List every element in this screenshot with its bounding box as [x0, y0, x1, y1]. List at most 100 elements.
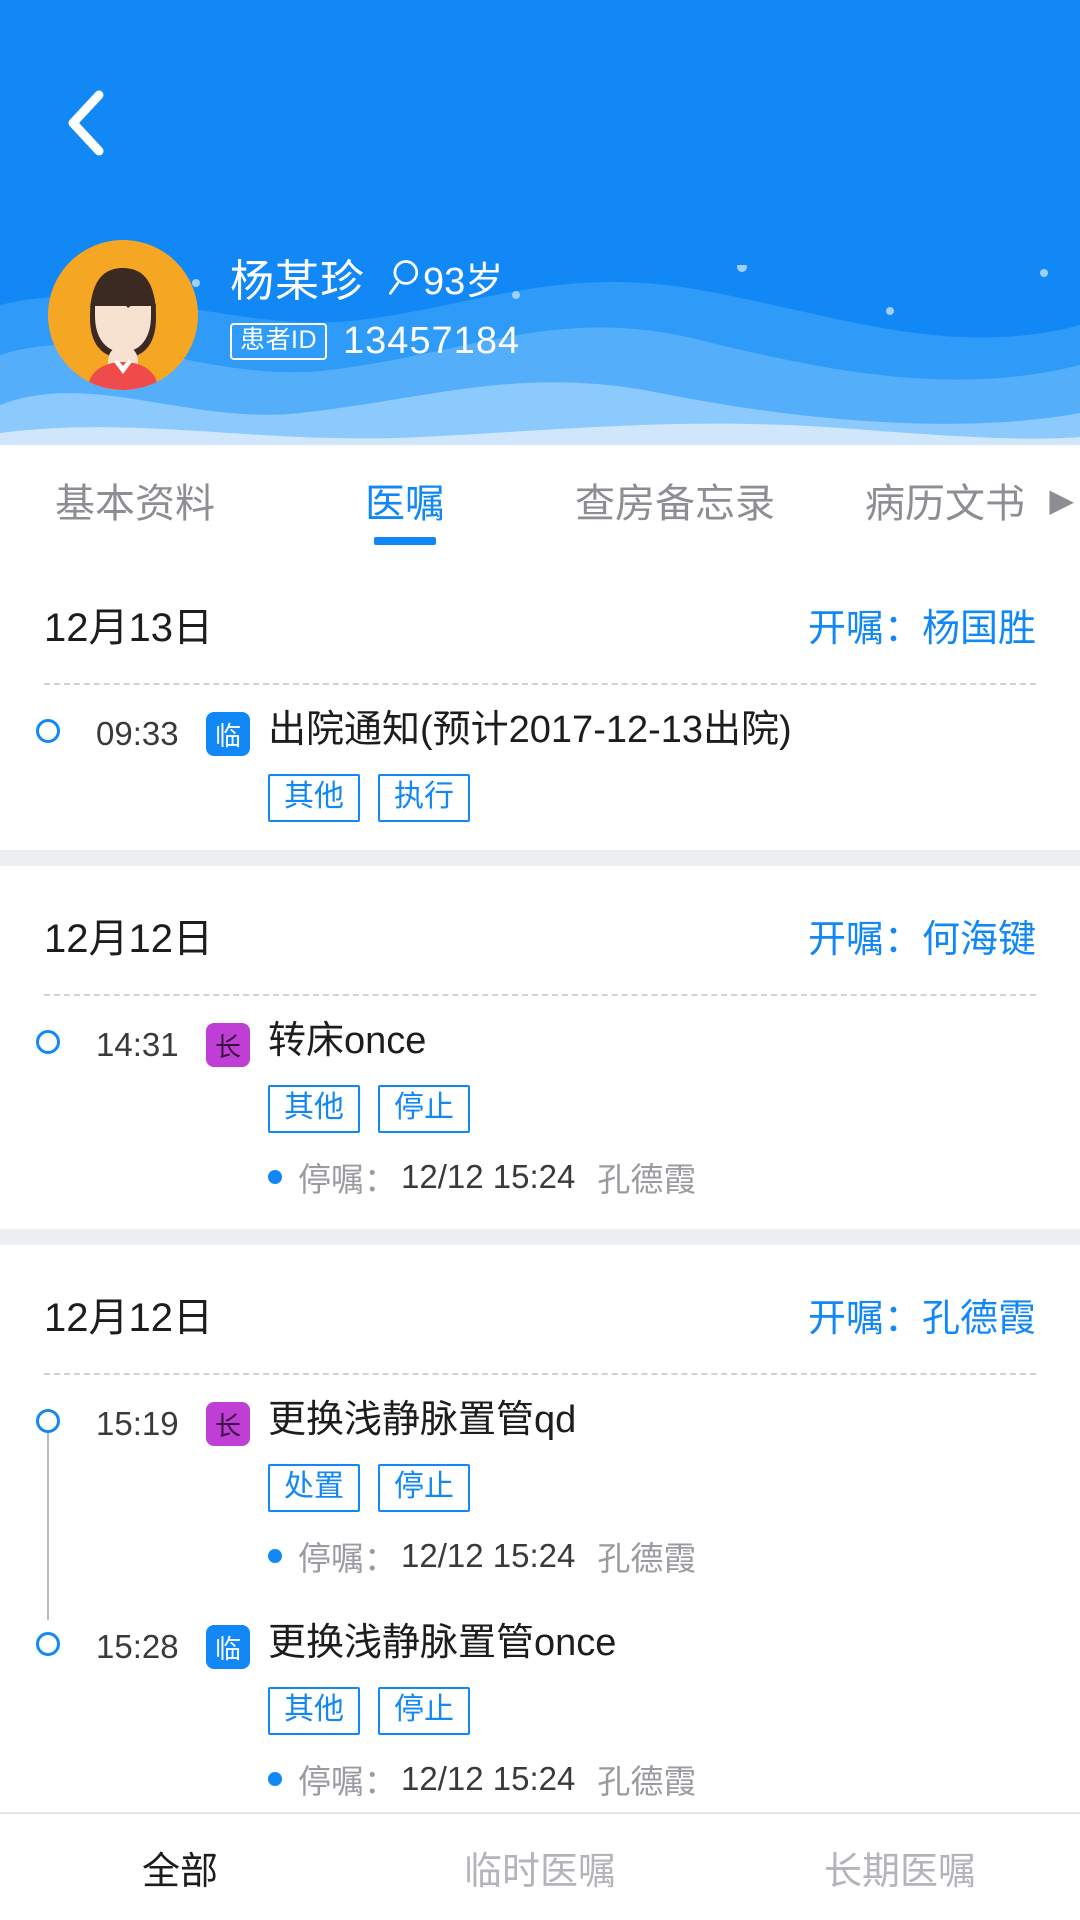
order-date: 12月12日 — [44, 1296, 213, 1340]
order-items: 14:31 长 转床once 其他 停止 停嘱： 12/12 15:24 孔德霞 — [0, 996, 1080, 1223]
tab-label: 查房备忘录 — [575, 482, 775, 526]
order-doctor-name: 孔德霞 — [921, 1297, 1036, 1340]
female-icon — [389, 260, 419, 295]
order-tag[interactable]: 停止 — [378, 1085, 470, 1133]
timeline-line — [47, 1433, 49, 1620]
timeline-marker — [0, 1020, 96, 1201]
avatar — [48, 240, 198, 390]
order-time: 15:28 — [96, 1628, 179, 1665]
patient-name-row: 杨某珍 93岁 — [230, 248, 520, 306]
order-time: 15:19 — [96, 1405, 179, 1442]
order-doctor-label: 开嘱： — [807, 918, 922, 961]
order-stop-label: 停嘱： — [298, 1763, 397, 1800]
order-stop-label: 停嘱： — [298, 1161, 397, 1198]
order-doctor[interactable]: 开嘱：杨国胜 — [808, 597, 1036, 652]
patient-avatar — [48, 240, 198, 390]
orders-list[interactable]: 12月13日 开嘱：杨国胜 09:33 临 出院通知(预计2017-12-13出… — [0, 555, 1080, 1812]
timeline-circle-icon — [36, 1632, 60, 1656]
order-kind-badge: 临 — [206, 1625, 250, 1669]
patient-header: 杨某珍 93岁 患者ID 13457184 — [0, 0, 1080, 445]
order-name: 转床once — [268, 1020, 427, 1062]
order-item[interactable]: 09:33 临 出院通知(预计2017-12-13出院) 其他 执行 — [0, 685, 1080, 840]
order-doctor-name: 杨国胜 — [921, 607, 1036, 650]
back-button[interactable] — [42, 78, 132, 168]
patient-orders-screen: 杨某珍 93岁 患者ID 13457184 基本资料 医嘱 查房备忘录 病历文书… — [0, 0, 1080, 1920]
order-tag[interactable]: 停止 — [378, 1464, 470, 1512]
order-tag[interactable]: 其他 — [268, 1085, 360, 1133]
tab-medical-records[interactable]: 病历文书 ▶ — [810, 445, 1080, 555]
order-title-row: 长 转床once — [206, 1020, 1040, 1067]
bullet-icon — [268, 1170, 282, 1184]
order-tag[interactable]: 其他 — [268, 1687, 360, 1735]
bullet-icon — [268, 1549, 282, 1563]
timeline-circle-icon — [36, 719, 60, 743]
timeline-circle-icon — [36, 1030, 60, 1054]
order-item[interactable]: 14:31 长 转床once 其他 停止 停嘱： 12/12 15:24 孔德霞 — [0, 996, 1080, 1219]
order-stop-time: 12/12 15:24 — [401, 1158, 576, 1195]
order-doctor-label: 开嘱： — [807, 1297, 922, 1340]
chevron-left-icon — [68, 90, 104, 156]
order-name: 更换浅静脉置管qd — [268, 1399, 577, 1441]
tab-active-underline — [374, 537, 436, 545]
order-date: 12月13日 — [44, 606, 213, 650]
patient-summary: 杨某珍 93岁 患者ID 13457184 — [0, 240, 1080, 410]
chevron-right-icon[interactable]: ▶ — [1049, 481, 1074, 519]
patient-name: 杨某珍 — [230, 257, 365, 306]
order-items: 15:19 长 更换浅静脉置管qd 处置 停止 停嘱： 12/12 15:24 … — [0, 1375, 1080, 1812]
tab-orders[interactable]: 医嘱 — [270, 445, 540, 555]
order-stop-time: 12/12 15:24 — [401, 1760, 576, 1797]
order-title-row: 临 更换浅静脉置管once — [206, 1622, 1040, 1669]
tab-basic-info[interactable]: 基本资料 — [0, 445, 270, 555]
filter-tab-long-term-orders[interactable]: 长期医嘱 — [720, 1840, 1080, 1895]
filter-tab-all[interactable]: 全部 — [0, 1840, 360, 1895]
tab-label: 基本资料 — [55, 482, 215, 526]
order-stop-info: 停嘱： 12/12 15:24 孔德霞 — [268, 1532, 1040, 1580]
order-doctor[interactable]: 开嘱：何海键 — [808, 908, 1036, 963]
patient-info: 杨某珍 93岁 患者ID 13457184 — [230, 240, 520, 363]
patient-id-value: 13457184 — [343, 320, 521, 362]
order-stop-info: 停嘱： 12/12 15:24 孔德霞 — [268, 1153, 1040, 1201]
order-card-header: 12月12日 开嘱：何海键 — [0, 866, 1080, 994]
order-tags: 其他 执行 — [268, 774, 1040, 822]
bullet-icon — [268, 1772, 282, 1786]
order-tag[interactable]: 处置 — [268, 1464, 360, 1512]
order-stop-operator: 孔德霞 — [597, 1763, 697, 1800]
order-date: 12月12日 — [44, 917, 213, 961]
top-tab-bar: 基本资料 医嘱 查房备忘录 病历文书 ▶ — [0, 445, 1080, 555]
bottom-filter-bar: 全部 临时医嘱 长期医嘱 — [0, 1812, 1080, 1920]
order-item[interactable]: 15:19 长 更换浅静脉置管qd 处置 停止 停嘱： 12/12 15:24 … — [0, 1375, 1080, 1620]
order-body: 长 转床once 其他 停止 停嘱： 12/12 15:24 孔德霞 — [206, 1020, 1080, 1201]
order-title-row: 长 更换浅静脉置管qd — [206, 1399, 1040, 1446]
order-stop-operator: 孔德霞 — [597, 1540, 697, 1577]
order-tag[interactable]: 其他 — [268, 774, 360, 822]
order-stop-time: 12/12 15:24 — [401, 1537, 576, 1574]
tab-label: 病历文书 — [865, 482, 1025, 526]
order-doctor[interactable]: 开嘱：孔德霞 — [808, 1287, 1036, 1342]
order-body: 临 出院通知(预计2017-12-13出院) 其他 执行 — [206, 709, 1080, 822]
order-item[interactable]: 15:28 临 更换浅静脉置管once 其他 停止 停嘱： 12/12 15:2… — [0, 1598, 1080, 1812]
order-items: 09:33 临 出院通知(预计2017-12-13出院) 其他 执行 — [0, 685, 1080, 844]
timeline-marker — [0, 709, 96, 822]
patient-id-row: 患者ID 13457184 — [230, 320, 520, 363]
order-time: 14:31 — [96, 1026, 179, 1063]
order-card-header: 12月13日 开嘱：杨国胜 — [0, 555, 1080, 683]
order-time: 09:33 — [96, 715, 179, 752]
order-tag[interactable]: 执行 — [378, 774, 470, 822]
order-tags: 其他 停止 — [268, 1085, 1040, 1133]
order-doctor-name: 何海键 — [921, 918, 1036, 961]
order-name: 更换浅静脉置管once — [268, 1622, 617, 1664]
order-kind-badge: 临 — [206, 712, 250, 756]
order-tag[interactable]: 停止 — [378, 1687, 470, 1735]
order-card: 12月12日 开嘱：何海键 14:31 长 转床once 其他 停止 停嘱： 1… — [0, 866, 1080, 1229]
timeline-marker — [0, 1622, 96, 1803]
tab-rounds-memo[interactable]: 查房备忘录 — [540, 445, 810, 555]
order-stop-info: 停嘱： 12/12 15:24 孔德霞 — [268, 1755, 1040, 1803]
filter-tab-temporary-orders[interactable]: 临时医嘱 — [360, 1840, 720, 1895]
patient-age: 93岁 — [423, 260, 504, 303]
order-stop-operator: 孔德霞 — [597, 1161, 697, 1198]
order-card: 12月12日 开嘱：孔德霞 15:19 长 更换浅静脉置管qd 处置 停止 停嘱… — [0, 1245, 1080, 1812]
order-body: 长 更换浅静脉置管qd 处置 停止 停嘱： 12/12 15:24 孔德霞 — [206, 1399, 1080, 1580]
order-stop-label: 停嘱： — [298, 1540, 397, 1577]
patient-id-label: 患者ID — [230, 323, 328, 360]
order-tags: 处置 停止 — [268, 1464, 1040, 1512]
